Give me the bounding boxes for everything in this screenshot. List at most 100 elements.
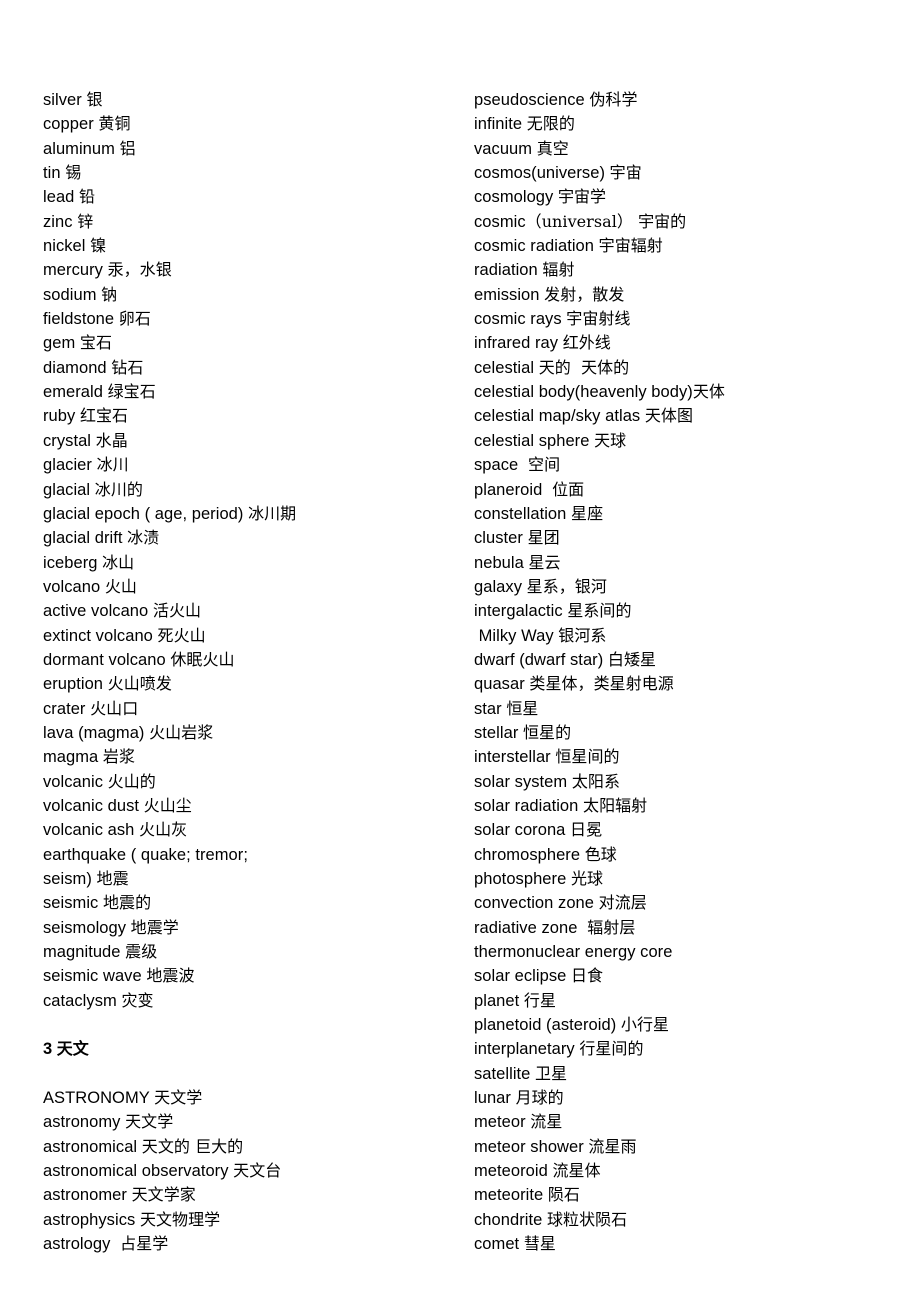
vocab-term-en: astrophysics [43, 1210, 140, 1229]
vocab-entry: seismic wave 地震波 [43, 964, 463, 988]
vocab-entry: aluminum 铝 [43, 137, 463, 161]
vocab-term-en: glacier [43, 456, 97, 475]
vocab-entry: cluster 星团 [474, 526, 894, 550]
vocab-term-en: earthquake ( quake; tremor; [43, 845, 248, 864]
vocab-term-en: Milky Way [474, 626, 559, 645]
vocab-entry: seism) 地震 [43, 867, 463, 891]
vocab-entry: radiative zone 辐射层 [474, 916, 894, 940]
vocab-gloss-cn: 星座 [571, 503, 604, 523]
vocab-entry: intergalactic 星系间的 [474, 599, 894, 623]
vocab-gloss-cn: 太阳辐射 [583, 795, 648, 815]
vocab-gloss-cn: 钻石 [111, 357, 144, 377]
vocab-term-en: astronomy [43, 1113, 126, 1132]
vocab-term-en: crater [43, 699, 91, 718]
vocab-entry: astrology 占星学 [43, 1232, 463, 1256]
vocab-gloss-cn: 火山的 [107, 771, 156, 791]
vocab-entry: cosmic rays 宇宙射线 [474, 307, 894, 331]
vocab-gloss-cn: 无限的 [526, 114, 575, 134]
vocab-gloss-cn: 休眠火山 [170, 649, 235, 669]
vocab-gloss-cn: 星团 [527, 528, 560, 548]
vocab-entry: vacuum 真空 [474, 137, 894, 161]
vocab-term-en: meteor [474, 1113, 531, 1132]
vocab-gloss-cn: 火山口 [90, 698, 139, 718]
vocab-entry: convection zone 对流层 [474, 891, 894, 915]
vocab-entry: cosmic radiation 宇宙辐射 [474, 234, 894, 258]
vocab-term-en: space [474, 456, 523, 475]
vocab-gloss-cn: 白矮星 [607, 649, 657, 669]
vocab-entry: emerald 绿宝石 [43, 380, 463, 404]
vocab-gloss-cn: 星系间的 [567, 601, 632, 621]
vocab-gloss-cn: 位面 [546, 479, 585, 499]
vocab-entry: diamond 钻石 [43, 356, 463, 380]
vocab-gloss-cn: 辐射层 [582, 917, 636, 937]
vocab-entry: solar system 太阳系 [474, 770, 894, 794]
vocab-term-en: radiation [474, 261, 543, 280]
vocab-entry: volcano 火山 [43, 575, 463, 599]
vocab-entry: silver 银 [43, 88, 463, 112]
vocab-term-en: chondrite [474, 1210, 547, 1229]
vocab-term-en: meteor shower [474, 1137, 589, 1156]
vocab-gloss-cn: 天文的 巨大的 [141, 1136, 244, 1156]
vocab-gloss-cn: 对流层 [598, 893, 647, 913]
vocab-entry: space 空间 [474, 453, 894, 477]
vocab-gloss-cn: 水晶 [95, 430, 128, 450]
vocab-entry: cosmos(universe) 宇宙 [474, 161, 894, 185]
vocab-entry: lead 铅 [43, 185, 463, 209]
vocab-gloss-cn: 黄铜 [98, 114, 131, 134]
vocab-gloss-cn: 红宝石 [79, 406, 129, 426]
vocab-entry: solar radiation 太阳辐射 [474, 794, 894, 818]
vocab-entry: copper 黄铜 [43, 112, 463, 136]
vocab-entry: constellation 星座 [474, 502, 894, 526]
vocab-gloss-cn: 球粒状陨石 [546, 1209, 628, 1229]
vocab-entry: active volcano 活火山 [43, 599, 463, 623]
vocab-term-en: astronomer [43, 1186, 132, 1205]
vocab-gloss-cn: 锡 [65, 163, 82, 183]
vocab-entry: crater 火山口 [43, 697, 463, 721]
vocab-term-en: quasar [474, 675, 530, 694]
vocab-term-en: emission [474, 285, 545, 304]
vocab-gloss-cn: 伪科学 [589, 90, 638, 109]
vocab-term-en: ruby [43, 407, 80, 426]
vocab-gloss-cn: 火山 [104, 576, 137, 596]
vocab-entry: glacial drift 冰渍 [43, 526, 463, 550]
vocab-term-en: cosmos(universe) [474, 164, 610, 183]
vocab-term-en: solar eclipse [474, 967, 571, 986]
vocab-entry: tin 锡 [43, 161, 463, 185]
vocab-entry: gem 宝石 [43, 331, 463, 355]
vocab-term-en: magma [43, 748, 103, 767]
vocab-entry: planetoid (asteroid) 小行星 [474, 1013, 894, 1037]
vocab-gloss-cn: 卫星 [535, 1063, 568, 1083]
vocab-gloss-cn: 流星雨 [588, 1136, 637, 1156]
vocab-term-en: extinct volcano [43, 626, 158, 645]
vocab-entry: interplanetary 行星间的 [474, 1037, 894, 1061]
vocab-entry: photosphere 光球 [474, 867, 894, 891]
vocab-term-en: infinite [474, 115, 527, 134]
vocab-term-en: cosmic rays [474, 310, 567, 329]
vocab-entry: astronomy 天文学 [43, 1110, 463, 1134]
vocab-entry: radiation 辐射 [474, 258, 894, 282]
vocab-entry: nebula 星云 [474, 551, 894, 575]
vocab-gloss-cn: 火山尘 [143, 795, 192, 815]
vocab-term-en: silver [43, 91, 87, 109]
vocab-entry: galaxy 星系，银河 [474, 575, 894, 599]
vocab-term-en: volcanic ash [43, 821, 140, 840]
vocab-entry: extinct volcano 死火山 [43, 624, 463, 648]
vocab-entry: astronomical 天文的 巨大的 [43, 1135, 463, 1159]
vocab-entry: glacial 冰川的 [43, 478, 463, 502]
vocab-gloss-cn: 星云 [528, 552, 561, 572]
vocab-gloss-cn: 铝 [119, 138, 136, 158]
vocab-term-en: fieldstone [43, 310, 119, 329]
vocab-gloss-cn: 空间 [522, 455, 561, 475]
vocab-entry: ASTRONOMY 天文学 [43, 1086, 463, 1110]
vocab-gloss-cn: 镍 [90, 236, 107, 256]
vocab-gloss-cn: 活火山 [152, 601, 202, 621]
vocab-entry: infinite 无限的 [474, 112, 894, 136]
vocab-gloss-cn: 太阳系 [571, 771, 620, 791]
vocab-gloss-cn: 流星体 [552, 1161, 601, 1181]
vocab-entry: lunar 月球的 [474, 1086, 894, 1110]
vocab-gloss-cn: 行星间的 [579, 1039, 644, 1059]
vocab-term-en: copper [43, 115, 99, 134]
vocab-term-en: volcano [43, 577, 105, 596]
vocab-entry: sodium 钠 [43, 283, 463, 307]
vocab-term-en: satellite [474, 1064, 536, 1083]
